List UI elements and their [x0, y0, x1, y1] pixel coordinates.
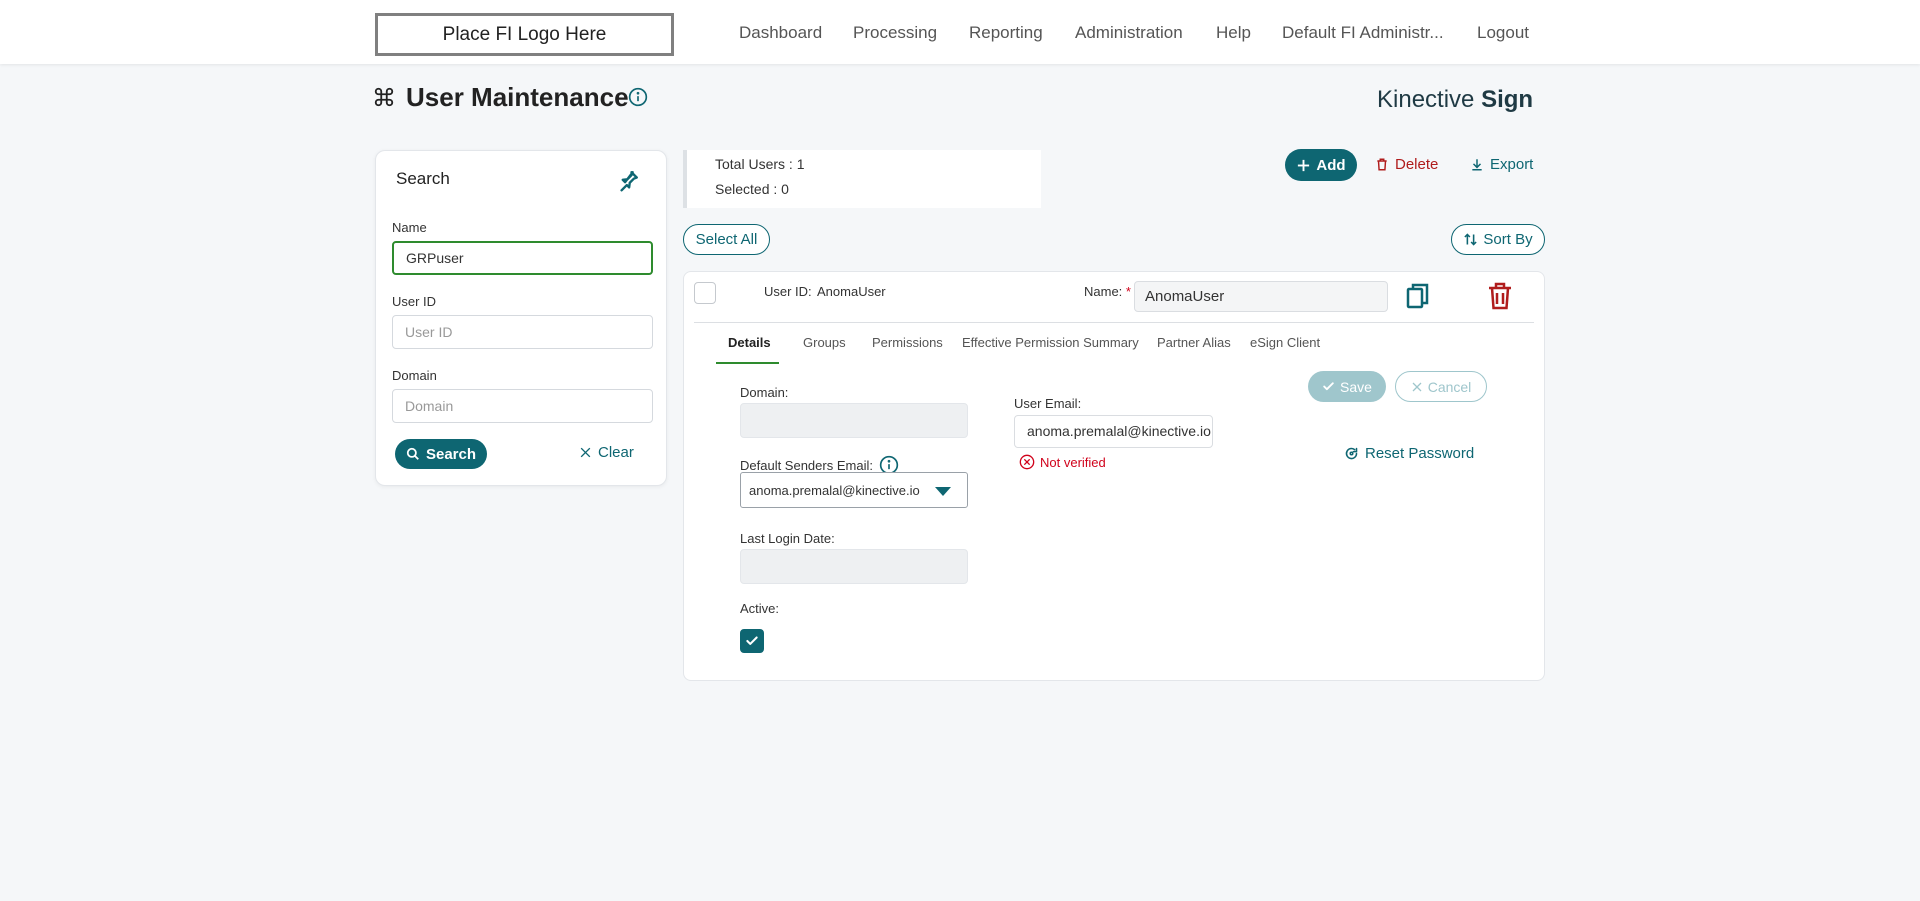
tab-permissions[interactable]: Permissions	[872, 335, 943, 350]
name-search-input[interactable]	[392, 241, 653, 275]
active-tab-indicator	[716, 362, 779, 364]
reset-password-link[interactable]: Reset Password	[1344, 445, 1474, 462]
search-button-label: Search	[425, 445, 477, 463]
delete-button-label: Delete	[1395, 156, 1439, 173]
user-row-checkbox[interactable]	[694, 282, 716, 304]
default-senders-email-select[interactable]: anoma.premalal@kinective.io	[740, 472, 968, 508]
not-verified-status: Not verified	[1019, 454, 1106, 470]
nav-reporting[interactable]: Reporting	[969, 23, 1043, 43]
tab-effective-permission-summary[interactable]: Effective Permission Summary	[962, 335, 1139, 350]
close-icon	[580, 447, 591, 458]
nav-processing[interactable]: Processing	[853, 23, 937, 43]
brand-logo: Kinective Sign	[1377, 86, 1533, 114]
pin-icon[interactable]	[614, 167, 642, 195]
sort-icon	[1464, 233, 1478, 246]
user-id-value: AnomaUser	[817, 284, 886, 299]
user-name-label: Name: *	[1084, 284, 1131, 299]
brand-bold: Sign	[1481, 86, 1534, 113]
active-checkbox[interactable]	[740, 629, 764, 653]
domain-label: Domain	[392, 368, 437, 383]
total-users-count: Total Users : 1	[715, 156, 805, 172]
clear-button-label: Clear	[598, 444, 634, 461]
domain-field	[740, 403, 968, 438]
sort-by-label: Sort By	[1483, 231, 1533, 248]
cancel-button-label: Cancel	[1427, 378, 1472, 395]
export-button-label: Export	[1490, 156, 1534, 173]
active-label: Active:	[740, 601, 780, 616]
required-marker: *	[1125, 284, 1131, 299]
logo-placeholder[interactable]: Place FI Logo Here	[375, 13, 674, 56]
search-button[interactable]: Search	[395, 439, 487, 469]
sort-by-button[interactable]: Sort By	[1451, 224, 1545, 255]
page-title: User Maintenance	[406, 82, 629, 112]
card-divider	[694, 322, 1534, 323]
user-id-label: User ID:	[764, 284, 812, 299]
add-button-label: Add	[1316, 156, 1346, 174]
user-email-input[interactable]: anoma.premalal@kinective.io	[1014, 415, 1213, 448]
download-icon	[1472, 159, 1482, 171]
error-icon	[1019, 454, 1035, 470]
save-button[interactable]: Save	[1308, 371, 1386, 402]
default-senders-email-label-text: Default Senders Email:	[740, 457, 873, 473]
trash-icon	[1377, 158, 1387, 171]
tab-esign-client[interactable]: eSign Client	[1250, 335, 1320, 350]
export-button[interactable]: Export	[1470, 156, 1533, 173]
add-button[interactable]: Add	[1285, 149, 1357, 181]
tab-groups[interactable]: Groups	[803, 335, 846, 350]
checkmark-icon	[1323, 382, 1334, 391]
search-icon	[406, 447, 419, 460]
domain-field-label: Domain:	[740, 385, 789, 400]
select-all-button[interactable]: Select All	[683, 224, 770, 255]
not-verified-text: Not verified	[1040, 454, 1106, 470]
results-summary: Total Users : 1 Selected : 0	[683, 150, 1041, 208]
chevron-down-icon	[935, 487, 951, 496]
close-icon	[1412, 382, 1422, 391]
selected-count: Selected : 0	[715, 181, 789, 197]
clear-button[interactable]: Clear	[579, 444, 634, 461]
info-icon[interactable]	[628, 87, 648, 107]
reset-password-label: Reset Password	[1365, 445, 1475, 462]
checkmark-icon	[746, 636, 758, 645]
delete-user-icon[interactable]	[1486, 281, 1514, 311]
tab-details[interactable]: Details	[728, 335, 771, 350]
name-label: Name	[392, 220, 427, 235]
user-email-value: anoma.premalal@kinective.io	[1027, 423, 1211, 439]
search-panel-title: Search	[396, 169, 450, 188]
tab-partner-alias[interactable]: Partner Alias	[1157, 335, 1231, 350]
nav-user-menu[interactable]: Default FI Administr...	[1282, 23, 1444, 43]
delete-button[interactable]: Delete	[1375, 156, 1438, 173]
userid-search-input[interactable]	[392, 315, 653, 349]
default-senders-email-value: anoma.premalal@kinective.io	[749, 483, 920, 498]
cancel-button[interactable]: Cancel	[1395, 371, 1487, 402]
nav-logout[interactable]: Logout	[1477, 23, 1529, 43]
top-navigation-bar: Place FI Logo Here Dashboard Processing …	[0, 0, 1920, 64]
save-button-label: Save	[1340, 378, 1372, 395]
user-name-input[interactable]	[1134, 281, 1388, 312]
command-icon	[374, 87, 394, 107]
user-card: User ID: AnomaUser Name: * Details Group…	[683, 271, 1545, 681]
nav-dashboard[interactable]: Dashboard	[739, 23, 822, 43]
brand-light: Kinective	[1377, 86, 1475, 113]
userid-label: User ID	[392, 294, 437, 309]
search-panel: Search Name User ID Domain Search Clear	[375, 150, 667, 486]
nav-administration[interactable]: Administration	[1075, 23, 1183, 43]
user-email-label: User Email:	[1014, 396, 1082, 411]
domain-search-input[interactable]	[392, 389, 653, 423]
user-name-label-text: Name:	[1084, 284, 1123, 299]
nav-help[interactable]: Help	[1216, 23, 1251, 43]
plus-icon	[1298, 159, 1310, 171]
copy-icon[interactable]	[1404, 281, 1432, 311]
last-login-field	[740, 549, 968, 584]
last-login-label: Last Login Date:	[740, 531, 835, 546]
reset-icon	[1345, 447, 1358, 460]
